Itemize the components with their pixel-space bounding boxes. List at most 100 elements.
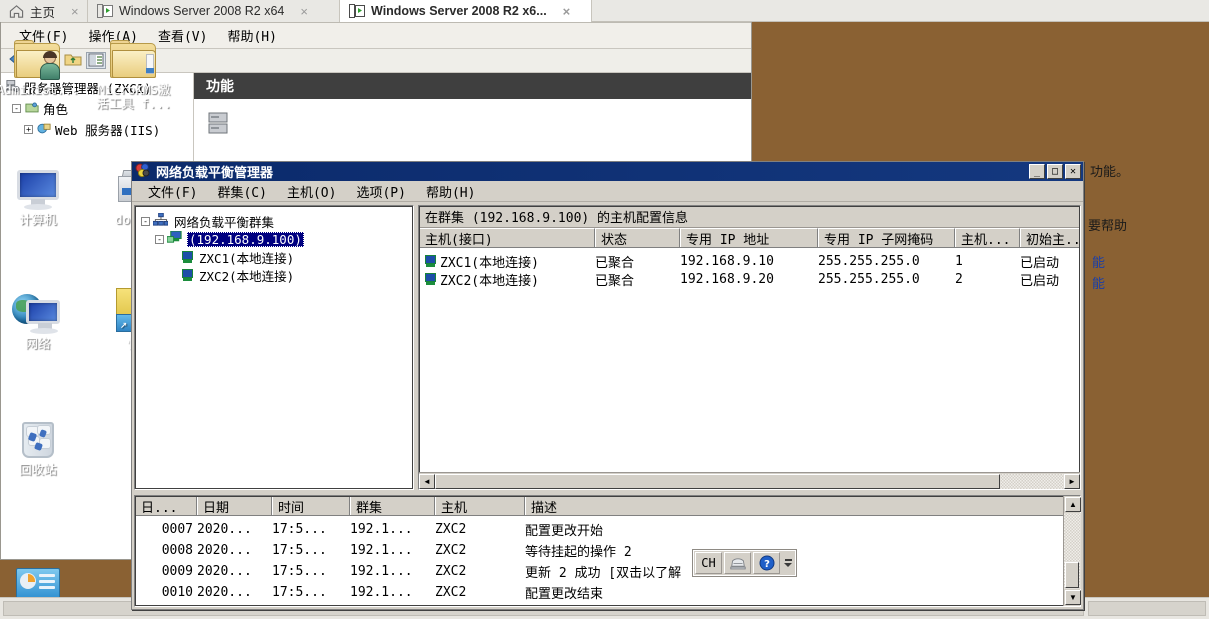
network-icon — [0, 282, 84, 334]
peek-text-feature: 功能。 — [1090, 165, 1130, 180]
nlb-host-list-pane[interactable]: 在群集 (192.168.9.100) 的主机配置信息 主机(接口) 状态 专用… — [418, 205, 1081, 490]
nlb-manager-window[interactable]: 网络负载平衡管理器 _ □ ✕ 文件(F) 群集(C) 主机(O) 选项(P) … — [131, 161, 1084, 610]
home-icon — [9, 4, 24, 19]
log-column-desc[interactable]: 描述 — [525, 496, 1065, 515]
status-panel-2 — [1088, 601, 1206, 616]
cell-host: ZXC1(本地连接) — [440, 255, 539, 271]
log-column-seq[interactable]: 日... — [135, 496, 197, 515]
log-column-host[interactable]: 主机 — [435, 496, 525, 515]
log-vscrollbar[interactable]: ▲ ▼ — [1063, 496, 1081, 606]
scroll-down-button[interactable]: ▼ — [1065, 590, 1081, 605]
table-row[interactable]: 0008 2020... 17:5... 192.1... ZXC2 等待挂起的… — [135, 540, 1080, 561]
log-header[interactable]: 日... 日期 时间 群集 主机 描述 — [135, 496, 1080, 516]
menu-cluster[interactable]: 群集(C) — [207, 180, 276, 203]
table-row[interactable]: ZXC1(本地连接) 已聚合 192.168.9.10 255.255.255.… — [419, 252, 1080, 271]
computer-icon — [0, 158, 84, 210]
tab-windows-server-1[interactable]: Windows Server 2008 R2 x64 × — [88, 0, 340, 22]
desktop-icon-microkms[interactable]: MicroKMS激 活工具 f... — [88, 28, 180, 111]
sm-tree-iis[interactable]: + Web 服务器(IIS) — [4, 119, 193, 140]
features-pane-title: 功能 — [206, 79, 234, 95]
hscroll-thumb[interactable] — [435, 473, 1000, 489]
menu-host[interactable]: 主机(O) — [277, 180, 346, 203]
peek-text-link-2[interactable]: 能 — [1092, 273, 1105, 292]
menu-help[interactable]: 帮助(H) — [217, 24, 286, 47]
desktop-icon-computer[interactable]: 计算机 — [0, 158, 84, 227]
log-cell-host: ZXC2 — [435, 543, 467, 558]
host-icon — [181, 251, 194, 263]
log-column-date[interactable]: 日期 — [197, 496, 272, 515]
tree-node-root[interactable]: - 网络负载平衡群集 — [139, 212, 409, 230]
scroll-right-button[interactable]: ► — [1064, 473, 1080, 489]
close-button[interactable]: ✕ — [1065, 164, 1081, 179]
log-column-time[interactable]: 时间 — [272, 496, 350, 515]
nlb-tree-pane[interactable]: - 网络负载平衡群集 - (192.168.9.100) ZXC1(本地连接) … — [134, 205, 414, 490]
expander-icon[interactable]: - — [155, 234, 164, 244]
column-header-host[interactable]: 主机(接口) — [419, 228, 595, 247]
table-row[interactable]: 0009 2020... 17:5... 192.1... ZXC2 更新 2 … — [135, 561, 1080, 582]
folder-icon — [88, 28, 180, 80]
log-cell-seq: 0007 — [161, 522, 193, 537]
host-list-hscrollbar[interactable]: ◄ ► — [419, 472, 1080, 489]
ime-language-button[interactable]: CH — [695, 552, 722, 574]
scroll-up-button[interactable]: ▲ — [1065, 497, 1081, 512]
desktop-icon-administrator[interactable]: Administ... — [0, 28, 84, 97]
tree-node-host-zxc1[interactable]: ZXC1(本地连接) — [139, 248, 409, 266]
tree-node-host-zxc2[interactable]: ZXC2(本地连接) — [139, 266, 409, 284]
tab-close-icon[interactable]: × — [300, 4, 308, 19]
desktop-root: 主页 × Windows Server 2008 R2 x64 × Window… — [0, 0, 1209, 619]
maximize-button[interactable]: □ — [1047, 164, 1063, 179]
column-header-initial-state[interactable]: 初始主... — [1020, 228, 1080, 247]
log-cell-seq: 0009 — [161, 564, 193, 579]
menu-help[interactable]: 帮助(H) — [416, 180, 485, 203]
table-row[interactable]: 0010 2020... 17:5... 192.1... ZXC2 配置更改结… — [135, 582, 1080, 603]
tab-windows-server-2[interactable]: Windows Server 2008 R2 x6... × — [340, 0, 592, 22]
help-icon[interactable]: ? — [753, 552, 780, 574]
desktop-icon-label-2: 活工具 f... — [96, 96, 172, 111]
peek-text-link-1[interactable]: 能 — [1092, 252, 1105, 271]
vm-icon — [349, 4, 365, 18]
table-row[interactable]: 0007 2020... 17:5... 192.1... ZXC2 配置更改开… — [135, 519, 1080, 540]
menu-file[interactable]: 文件(F) — [138, 180, 207, 203]
column-header-host-priority[interactable]: 主机... — [955, 228, 1020, 247]
nlb-menubar[interactable]: 文件(F) 群集(C) 主机(O) 选项(P) 帮助(H) — [132, 181, 1083, 202]
ime-language-bar[interactable]: CH ? — [693, 550, 796, 576]
expander-icon[interactable]: - — [12, 104, 21, 113]
nlb-titlebar[interactable]: 网络负载平衡管理器 _ □ ✕ — [132, 162, 1083, 181]
expander-icon[interactable]: - — [141, 216, 150, 226]
feature-server-icon — [206, 112, 234, 140]
user-folder-icon — [0, 28, 84, 80]
peek-text-help: 要帮助 — [1088, 219, 1128, 234]
column-header-status[interactable]: 状态 — [595, 228, 680, 247]
log-cell-time: 17:5... — [272, 522, 327, 537]
log-cell-date: 2020... — [197, 522, 252, 537]
scroll-left-button[interactable]: ◄ — [419, 473, 435, 489]
table-row[interactable]: ZXC2(本地连接) 已聚合 192.168.9.20 255.255.255.… — [419, 270, 1080, 289]
expander-icon[interactable]: + — [24, 125, 33, 134]
hscroll-track[interactable] — [435, 473, 1064, 489]
log-cell-seq: 0008 — [161, 543, 193, 558]
host-list-header[interactable]: 主机(接口) 状态 专用 IP 地址 专用 IP 子网掩码 主机... 初始主.… — [419, 228, 1080, 248]
tab-close-icon[interactable]: × — [71, 4, 79, 19]
nlb-tree[interactable]: - 网络负载平衡群集 - (192.168.9.100) ZXC1(本地连接) … — [135, 206, 413, 290]
keyboard-icon[interactable] — [724, 552, 751, 574]
host-icon — [424, 273, 437, 285]
desktop-icon-network[interactable]: 网络 — [0, 282, 84, 351]
vscroll-thumb[interactable] — [1065, 562, 1079, 588]
log-cell-host: ZXC2 — [435, 522, 467, 537]
column-header-subnet-mask[interactable]: 专用 IP 子网掩码 — [818, 228, 955, 247]
column-header-dedicated-ip[interactable]: 专用 IP 地址 — [680, 228, 818, 247]
log-cell-desc: 配置更改开始 — [525, 524, 604, 539]
desktop-icon-recycle-bin[interactable]: 回收站 — [0, 408, 84, 477]
roles-icon — [25, 101, 39, 117]
tab-close-icon[interactable]: × — [563, 4, 571, 19]
menu-options[interactable]: 选项(P) — [346, 180, 415, 203]
cell-status: 已聚合 — [595, 273, 635, 289]
desktop-icon-label: MicroKMS激 — [97, 82, 171, 97]
nlb-log-pane[interactable]: 日... 日期 时间 群集 主机 描述 0007 2020... 17:5...… — [134, 495, 1081, 607]
log-column-cluster[interactable]: 群集 — [350, 496, 435, 515]
nlb-icon — [135, 162, 151, 181]
tab-home[interactable]: 主页 × — [0, 0, 88, 22]
more-icon[interactable] — [782, 552, 794, 574]
minimize-button[interactable]: _ — [1029, 164, 1045, 179]
tree-node-cluster[interactable]: - (192.168.9.100) — [139, 229, 409, 248]
